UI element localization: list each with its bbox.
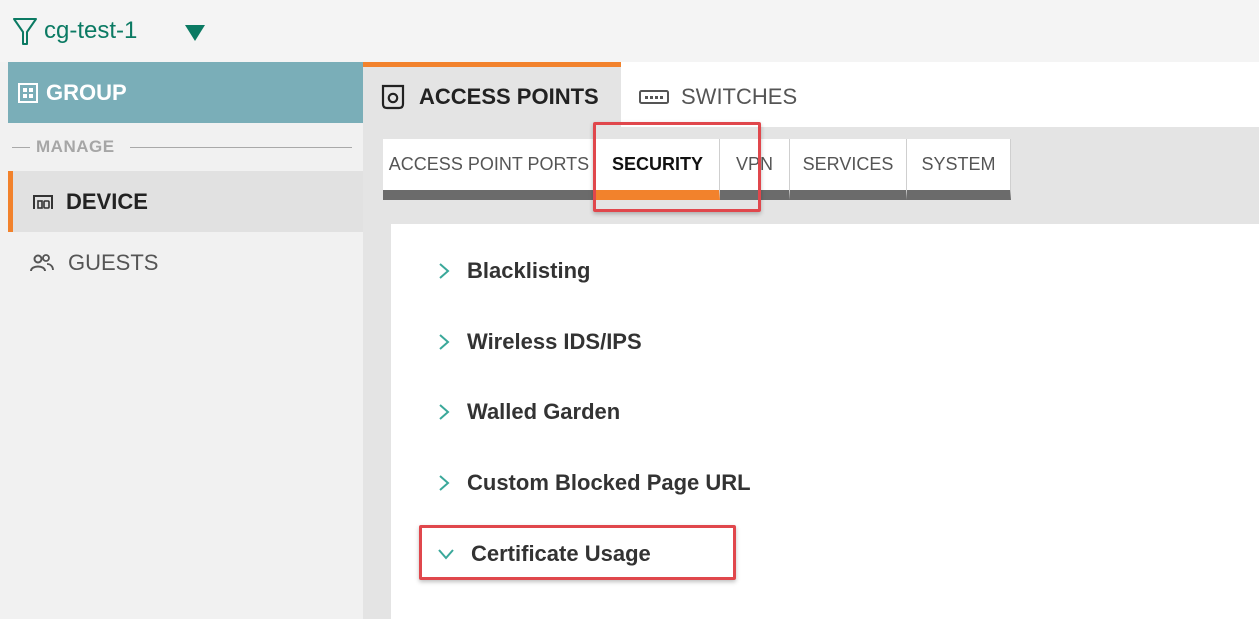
subtab-label: SYSTEM [921,154,996,174]
sidebar-item-device[interactable]: DEVICE [8,171,363,232]
guests-icon [30,254,54,272]
subtab-label: SERVICES [802,154,894,174]
section-wireless-ids-ips[interactable]: Wireless IDS/IPS [437,329,642,355]
group-header[interactable]: GROUP [8,62,363,123]
subtab-system[interactable]: SYSTEM [907,139,1011,200]
subtab-security[interactable]: SECURITY [596,139,720,200]
tab-switches[interactable]: SWITCHES [639,67,839,127]
manage-section-label: MANAGE [36,137,115,156]
subtab-bar: ACCESS POINT PORTS SECURITY VPN SERVICES… [383,139,1011,200]
section-label: Walled Garden [467,399,621,424]
chevron-right-icon [439,475,450,491]
section-label: Wireless IDS/IPS [467,329,642,354]
section-blacklisting[interactable]: Blacklisting [437,258,590,284]
subtab-label: SECURITY [611,154,703,174]
chevron-right-icon [439,404,450,420]
subtab-services[interactable]: SERVICES [790,139,907,200]
chevron-down-icon [438,549,454,560]
tab-access-points[interactable]: ACCESS POINTS [363,62,621,127]
chevron-right-icon [439,263,450,279]
manage-section-divider: MANAGE [0,136,352,160]
switch-icon [639,90,669,104]
section-label: Custom Blocked Page URL [467,470,751,495]
chevron-right-icon [439,334,450,350]
subtab-label: VPN [735,154,773,174]
device-icon [33,194,53,209]
security-settings-panel: Blacklisting Wireless IDS/IPS Walled Gar… [391,224,1259,619]
group-icon [18,82,38,103]
sidebar-item-label: GUESTS [68,250,159,275]
section-label: Certificate Usage [471,541,651,566]
access-point-icon [381,84,405,110]
section-walled-garden[interactable]: Walled Garden [437,399,620,425]
subtab-access-point-ports[interactable]: ACCESS POINT PORTS [383,139,596,200]
section-label: Blacklisting [467,258,591,283]
filter-icon [13,18,37,45]
caret-down-icon[interactable] [184,24,206,42]
group-name[interactable]: cg-test-1 [44,16,137,46]
tab-label: ACCESS POINTS [419,84,599,109]
section-custom-blocked-page-url[interactable]: Custom Blocked Page URL [437,470,751,496]
subtab-vpn[interactable]: VPN [720,139,790,200]
section-certificate-usage[interactable]: Certificate Usage [437,541,651,567]
sidebar-item-guests[interactable]: GUESTS [8,234,363,292]
tab-label: SWITCHES [681,84,798,109]
sidebar: GROUP MANAGE DEVICE GUESTS [0,62,363,619]
group-header-label: GROUP [46,79,127,105]
top-bar: cg-test-1 [0,0,1259,62]
sidebar-item-label: DEVICE [66,188,148,214]
subtab-label: ACCESS POINT PORTS [388,154,590,174]
